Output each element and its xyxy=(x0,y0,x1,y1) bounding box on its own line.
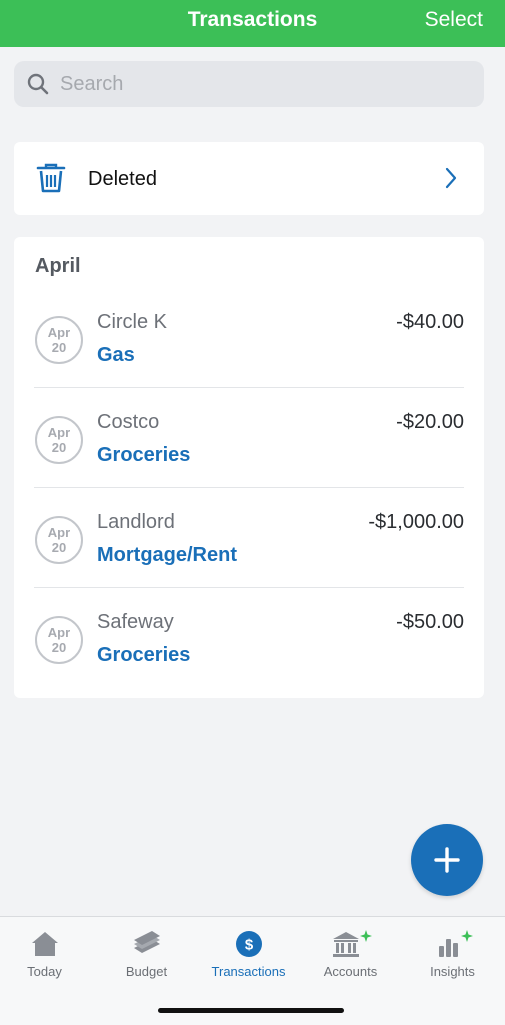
category: Groceries xyxy=(97,444,191,466)
category: Groceries xyxy=(97,644,191,666)
tab-label: Insights xyxy=(430,964,475,979)
category: Mortgage/Rent xyxy=(97,544,237,566)
tab-label: Budget xyxy=(125,964,168,979)
divider xyxy=(34,587,464,588)
amount: -$40.00 xyxy=(396,311,464,333)
search-input[interactable] xyxy=(58,71,462,97)
chevron-right-icon xyxy=(445,167,457,189)
add-transaction-button[interactable] xyxy=(411,824,483,896)
deleted-row[interactable]: Deleted xyxy=(14,142,484,215)
deleted-label: Deleted xyxy=(88,168,157,190)
tab-accounts[interactable]: Accounts xyxy=(300,917,401,987)
date-day: 20 xyxy=(51,540,67,555)
transaction-row[interactable]: Apr 20 Safeway Groceries -$50.00 xyxy=(34,589,464,688)
search-bar[interactable] xyxy=(14,61,484,107)
tab-today[interactable]: Today xyxy=(0,917,95,987)
date-badge: Apr 20 xyxy=(35,616,83,664)
divider xyxy=(34,387,464,388)
date-day: 20 xyxy=(51,340,67,355)
bar-chart-icon xyxy=(438,930,473,957)
payee: Landlord xyxy=(97,511,175,533)
transaction-row[interactable]: Apr 20 Costco Groceries -$20.00 xyxy=(34,389,464,488)
header-bar: Transactions Select xyxy=(0,0,505,47)
svg-text:$: $ xyxy=(244,937,253,954)
sparkle-icon xyxy=(359,930,372,942)
transaction-row[interactable]: Apr 20 Landlord Mortgage/Rent -$1,000.00 xyxy=(34,489,464,588)
select-button[interactable]: Select xyxy=(425,8,483,32)
budget-icon xyxy=(133,931,160,953)
payee: Costco xyxy=(97,411,160,433)
tab-label: Accounts xyxy=(323,964,378,979)
bank-icon xyxy=(332,930,372,957)
tab-label: Today xyxy=(27,964,62,979)
tab-insights[interactable]: Insights xyxy=(402,917,503,987)
category: Gas xyxy=(97,344,135,366)
sparkle-icon xyxy=(460,930,473,942)
divider xyxy=(34,487,464,488)
amount: -$50.00 xyxy=(396,611,464,633)
amount: -$20.00 xyxy=(396,411,464,433)
tab-budget[interactable]: Budget xyxy=(96,917,197,987)
dollar-icon: $ xyxy=(235,931,262,957)
month-section: April Apr 20 Circle K Gas -$40.00 Apr 20… xyxy=(14,237,484,698)
payee: Circle K xyxy=(97,311,168,333)
date-month: Apr xyxy=(47,325,71,340)
date-month: Apr xyxy=(47,425,71,440)
payee: Safeway xyxy=(97,611,174,633)
search-icon xyxy=(27,73,49,95)
date-day: 20 xyxy=(51,640,67,655)
trash-icon xyxy=(36,163,66,193)
home-indicator[interactable] xyxy=(158,1008,344,1013)
date-month: Apr xyxy=(47,625,71,640)
amount: -$1,000.00 xyxy=(368,511,464,533)
tab-transactions[interactable]: $ Transactions xyxy=(198,917,299,987)
date-badge: Apr 20 xyxy=(35,516,83,564)
house-icon xyxy=(31,932,58,956)
month-title: April xyxy=(35,255,81,277)
transaction-row[interactable]: Apr 20 Circle K Gas -$40.00 xyxy=(34,289,464,388)
date-badge: Apr 20 xyxy=(35,316,83,364)
date-day: 20 xyxy=(51,440,67,455)
date-badge: Apr 20 xyxy=(35,416,83,464)
plus-icon xyxy=(434,847,460,873)
tab-label: Transactions xyxy=(211,964,286,979)
date-month: Apr xyxy=(47,525,71,540)
